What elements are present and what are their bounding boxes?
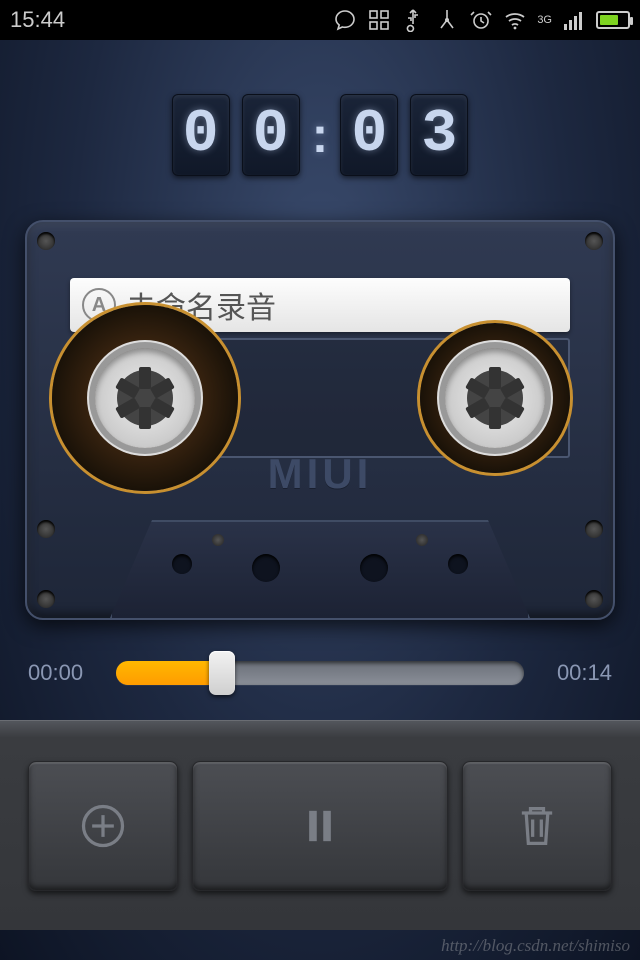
pause-button[interactable] [192, 761, 448, 891]
control-bar [0, 720, 640, 930]
elapsed-time: 00:00 [28, 660, 98, 686]
reel-hub-icon [95, 348, 195, 448]
wifi-icon [503, 8, 527, 32]
screw-icon [37, 590, 55, 608]
alarm-icon [469, 8, 493, 32]
cassette-tape: A 未命名录音 [25, 220, 615, 620]
timer-digit: 0 [340, 94, 398, 176]
add-button[interactable] [28, 761, 178, 891]
reel-left [80, 333, 210, 463]
reel-hub-icon [445, 348, 545, 448]
battery-icon [596, 11, 630, 29]
reel-window [70, 338, 570, 458]
screw-icon [585, 590, 603, 608]
watermark: http://blog.csdn.net/shimiso [441, 936, 630, 956]
plus-circle-icon [77, 800, 129, 852]
screw-icon [37, 520, 55, 538]
screw-icon [585, 232, 603, 250]
progress-thumb[interactable] [209, 651, 235, 695]
recording-timer: 0 0 : 0 3 [0, 90, 640, 180]
chat-icon [333, 8, 357, 32]
pause-icon [294, 800, 346, 852]
total-time: 00:14 [542, 660, 612, 686]
timer-colon: : [312, 106, 329, 164]
status-time: 15:44 [10, 7, 65, 33]
apps-icon [367, 8, 391, 32]
cassette-brand: MIUI [27, 450, 613, 498]
sync-icon [435, 8, 459, 32]
screw-icon [585, 520, 603, 538]
status-bar: 15:44 3G [0, 0, 640, 40]
timer-digit: 0 [242, 94, 300, 176]
delete-button[interactable] [462, 761, 612, 891]
playback-progress: 00:00 00:14 [0, 660, 640, 686]
reel-right [430, 333, 560, 463]
timer-digit: 0 [172, 94, 230, 176]
progress-slider[interactable] [116, 661, 524, 685]
timer-digit: 3 [410, 94, 468, 176]
progress-fill [116, 661, 222, 685]
network-type: 3G [537, 15, 552, 26]
cassette-bottom-trap [110, 520, 530, 618]
trash-icon [511, 800, 563, 852]
usb-icon [401, 8, 425, 32]
screw-icon [37, 232, 55, 250]
status-icons: 3G [333, 8, 630, 32]
signal-icon [562, 8, 586, 32]
